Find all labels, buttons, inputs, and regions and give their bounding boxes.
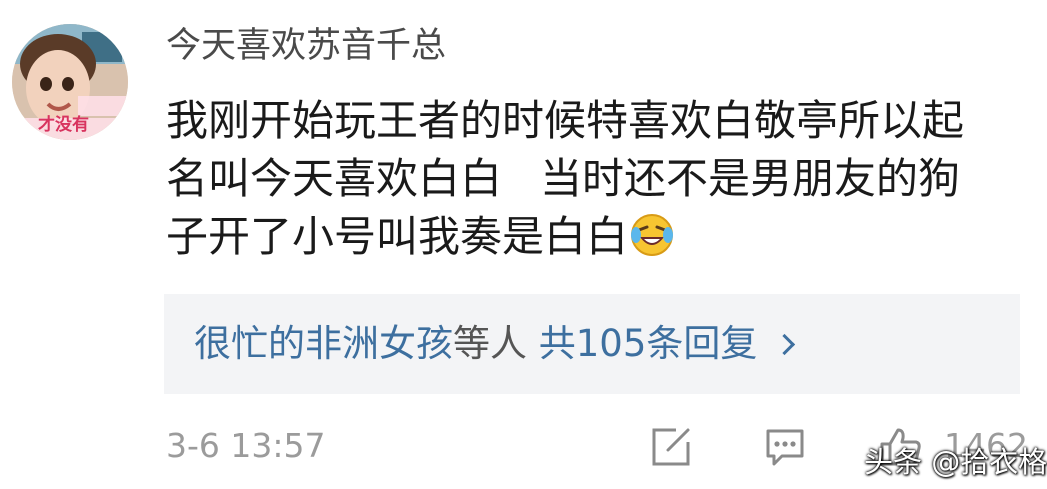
comment-line-3: 子开了小号叫我奏是白白: [166, 208, 1026, 266]
comment-timestamp: 3-6 13:57: [166, 426, 326, 465]
share-button[interactable]: [650, 426, 692, 472]
comment-username[interactable]: 今天喜欢苏音千总: [166, 22, 446, 70]
comment-line-3-text: 子开了小号叫我奏是白白: [166, 212, 629, 261]
comment-line-2: 名叫今天喜欢白白 当时还不是男朋友的狗: [166, 150, 1026, 208]
comment-line-1: 我刚开始玩王者的时候特喜欢白敬亭所以起: [166, 96, 965, 145]
reply-count-link[interactable]: 共105条回复: [539, 322, 758, 365]
avatar-caption: 才没有: [38, 115, 89, 135]
replies-panel[interactable]: 很忙的非洲女孩等人 共105条回复: [164, 294, 1020, 394]
comment-line-2a: 名叫今天喜欢白白: [166, 154, 503, 203]
comment-line-2b: 当时还不是男朋友的狗: [540, 154, 961, 203]
comment-body: 我刚开始玩王者的时候特喜欢白敬亭所以起 名叫今天喜欢白白 当时还不是男朋友的狗 子…: [166, 92, 1026, 266]
replies-summary[interactable]: 很忙的非洲女孩等人 共105条回复: [194, 320, 796, 368]
reply-mid-text: 等人: [453, 322, 527, 365]
chevron-right-icon: [774, 333, 796, 356]
reply-comment-button[interactable]: [764, 426, 806, 472]
watermark-text: 头条 @拾衣格: [864, 445, 1047, 479]
user-avatar[interactable]: 才没有: [12, 24, 128, 140]
laugh-cry-emoji-icon: [630, 213, 674, 257]
comment-icon: [766, 429, 804, 466]
edit-share-icon: [652, 428, 690, 466]
reply-users-link[interactable]: 很忙的非洲女孩: [194, 322, 453, 365]
